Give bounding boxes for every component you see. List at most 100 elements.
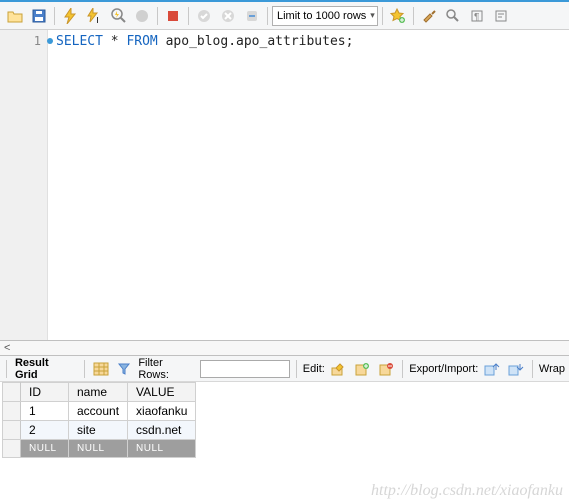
results-table[interactable]: ID name VALUE 1 account xiaofanku 2 site… xyxy=(2,382,196,458)
cell-name[interactable]: account xyxy=(69,402,128,421)
toolbar-separator xyxy=(6,360,7,378)
limit-rows-label: Limit to 1000 rows xyxy=(277,10,366,22)
stop-on-error-button[interactable] xyxy=(162,5,184,27)
code-text: * xyxy=(103,34,126,49)
stop-button[interactable] xyxy=(131,5,153,27)
cell-value[interactable]: xiaofanku xyxy=(128,402,196,421)
check-disabled-icon xyxy=(197,9,211,23)
x-disabled-icon xyxy=(221,9,235,23)
wrap-label: Wrap xyxy=(539,363,565,375)
toolbar-separator xyxy=(296,360,297,378)
result-grid-label: Result Grid xyxy=(15,357,74,381)
explain-button[interactable] xyxy=(107,5,129,27)
edit-pencil-icon xyxy=(331,362,346,376)
filter-rows-label: Filter Rows: xyxy=(138,357,196,381)
limit-rows-dropdown[interactable]: Limit to 1000 rows ▾ xyxy=(272,6,378,26)
watermark-text: http://blog.csdn.net/xiaofanku xyxy=(371,482,563,500)
toolbar-separator xyxy=(402,360,403,378)
toggle-invisible-button[interactable]: ¶ xyxy=(466,5,488,27)
floppy-icon xyxy=(32,9,46,23)
import-icon xyxy=(508,362,524,376)
results-toolbar: Result Grid Filter Rows: Edit: Export/Im… xyxy=(0,356,569,382)
export-import-label: Export/Import: xyxy=(409,363,478,375)
result-grid-view-button[interactable] xyxy=(91,359,111,379)
add-row-button[interactable] xyxy=(353,359,373,379)
toolbar-separator xyxy=(84,360,85,378)
keyword-from: FROM xyxy=(126,34,157,49)
wrap-icon xyxy=(494,9,508,23)
grid-minus-icon xyxy=(379,362,394,376)
edit-row-button[interactable] xyxy=(329,359,349,379)
main-toolbar: Limit to 1000 rows ▾ ¶ xyxy=(0,2,569,30)
pilcrow-icon: ¶ xyxy=(470,9,484,23)
cell-null[interactable]: NULL xyxy=(21,440,69,458)
statement-marker-icon xyxy=(47,38,53,44)
export-icon xyxy=(484,362,500,376)
table-row[interactable]: 1 account xiaofanku xyxy=(3,402,196,421)
open-file-button[interactable] xyxy=(4,5,26,27)
bolt-cursor-icon xyxy=(86,8,102,24)
row-header[interactable] xyxy=(3,402,21,421)
row-header[interactable] xyxy=(3,421,21,440)
broom-icon xyxy=(421,8,436,23)
toolbar-separator xyxy=(382,7,383,25)
grid-plus-icon xyxy=(355,362,370,376)
cell-id[interactable]: 2 xyxy=(21,421,69,440)
svg-text:¶: ¶ xyxy=(474,12,479,23)
toolbar-separator xyxy=(54,7,55,25)
stop-red-icon xyxy=(166,9,180,23)
toolbar-separator xyxy=(532,360,533,378)
toolbar-separator xyxy=(267,7,268,25)
table-header-row: ID name VALUE xyxy=(3,383,196,402)
line-number: 1 xyxy=(34,34,41,48)
import-button[interactable] xyxy=(506,359,526,379)
favorite-button[interactable] xyxy=(387,5,409,27)
editor-code[interactable]: SELECT * FROM apo_blog.apo_attributes; xyxy=(48,30,569,340)
save-button[interactable] xyxy=(28,5,50,27)
cell-null[interactable]: NULL xyxy=(69,440,128,458)
toolbar-separator xyxy=(413,7,414,25)
wrap-toggle-button[interactable] xyxy=(490,5,512,27)
export-button[interactable] xyxy=(482,359,502,379)
splitter-chevron-icon: < xyxy=(4,342,10,354)
column-header[interactable]: name xyxy=(69,383,128,402)
delete-row-button[interactable] xyxy=(376,359,396,379)
magnify-bolt-icon xyxy=(111,8,126,23)
keyword-select: SELECT xyxy=(56,34,103,49)
row-header-blank xyxy=(3,383,21,402)
star-plus-icon xyxy=(390,8,405,23)
find-button[interactable] xyxy=(442,5,464,27)
code-text: apo_blog.apo_attributes; xyxy=(158,34,354,49)
filter-rows-input[interactable] xyxy=(200,360,290,378)
autocommit-icon xyxy=(245,9,259,23)
beautify-button[interactable] xyxy=(418,5,440,27)
cell-value[interactable]: csdn.net xyxy=(128,421,196,440)
grid-icon xyxy=(93,362,109,376)
folder-icon xyxy=(7,9,23,23)
filter-rows-button[interactable] xyxy=(115,359,135,379)
pane-splitter[interactable]: < xyxy=(0,340,569,356)
editor-gutter: 1 xyxy=(0,30,48,340)
edit-label: Edit: xyxy=(303,363,325,375)
bolt-icon xyxy=(63,8,77,24)
toolbar-separator xyxy=(157,7,158,25)
table-row[interactable]: 2 site csdn.net xyxy=(3,421,196,440)
table-row-null[interactable]: NULL NULL NULL xyxy=(3,440,196,458)
magnify-icon xyxy=(445,8,460,23)
toolbar-separator xyxy=(188,7,189,25)
rollback-disabled-button xyxy=(217,5,239,27)
column-header[interactable]: VALUE xyxy=(128,383,196,402)
autocommit-button[interactable] xyxy=(241,5,263,27)
cell-id[interactable]: 1 xyxy=(21,402,69,421)
chevron-down-icon: ▾ xyxy=(370,10,375,21)
sql-editor[interactable]: 1 SELECT * FROM apo_blog.apo_attributes; xyxy=(0,30,569,340)
execute-current-button[interactable] xyxy=(83,5,105,27)
commit-disabled-button xyxy=(193,5,215,27)
cell-null[interactable]: NULL xyxy=(128,440,196,458)
row-header[interactable] xyxy=(3,440,21,458)
execute-button[interactable] xyxy=(59,5,81,27)
funnel-icon xyxy=(117,362,131,376)
column-header[interactable]: ID xyxy=(21,383,69,402)
cell-name[interactable]: site xyxy=(69,421,128,440)
stop-icon xyxy=(135,9,149,23)
